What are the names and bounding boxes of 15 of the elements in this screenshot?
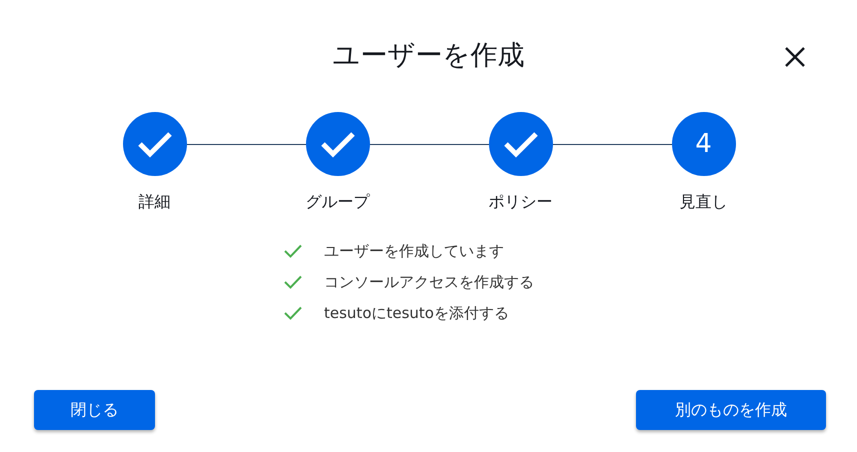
step-label: 見直し <box>680 192 728 213</box>
step-label: ポリシー <box>488 192 552 213</box>
step-label: 詳細 <box>138 192 170 213</box>
close-icon[interactable] <box>784 46 806 68</box>
create-another-button[interactable]: 別のものを作成 <box>636 390 826 430</box>
status-text: コンソールアクセスを作成する <box>324 272 534 292</box>
check-icon <box>136 130 172 158</box>
check-icon <box>320 130 356 158</box>
status-text: tesutoにtesutoを添付する <box>324 304 509 322</box>
status-text: ユーザーを作成しています <box>324 242 504 260</box>
step-number: 4 <box>695 129 712 159</box>
dialog-title: ユーザーを作成 <box>332 39 524 73</box>
close-button[interactable]: 閉じる <box>34 390 155 430</box>
step-label: グループ <box>306 192 370 213</box>
check-icon <box>502 130 538 158</box>
